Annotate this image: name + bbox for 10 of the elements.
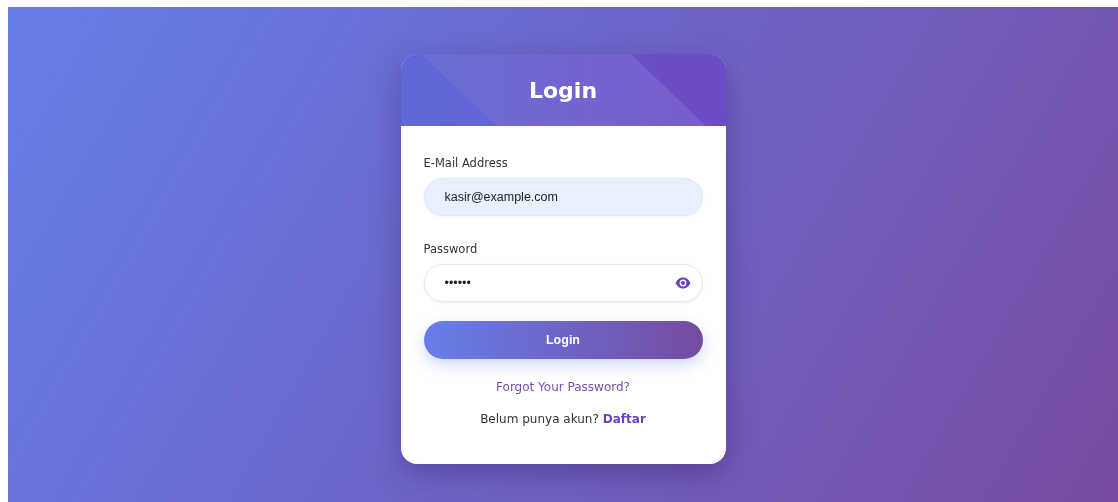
signup-prompt: Belum punya akun?: [480, 412, 599, 426]
card-title: Login: [528, 77, 598, 103]
field-label: Password: [423, 242, 479, 256]
password-field[interactable]: ••••••: [423, 264, 703, 302]
forgot-password-link[interactable]: Forgot Your Password?: [496, 380, 630, 394]
email-field[interactable]: kasir@example.com: [423, 178, 703, 216]
eye-icon[interactable]: [674, 277, 691, 289]
field-label: E-Mail Address: [423, 156, 509, 170]
login-button[interactable]: Login: [423, 321, 703, 359]
signup-link[interactable]: Daftar: [602, 412, 646, 426]
